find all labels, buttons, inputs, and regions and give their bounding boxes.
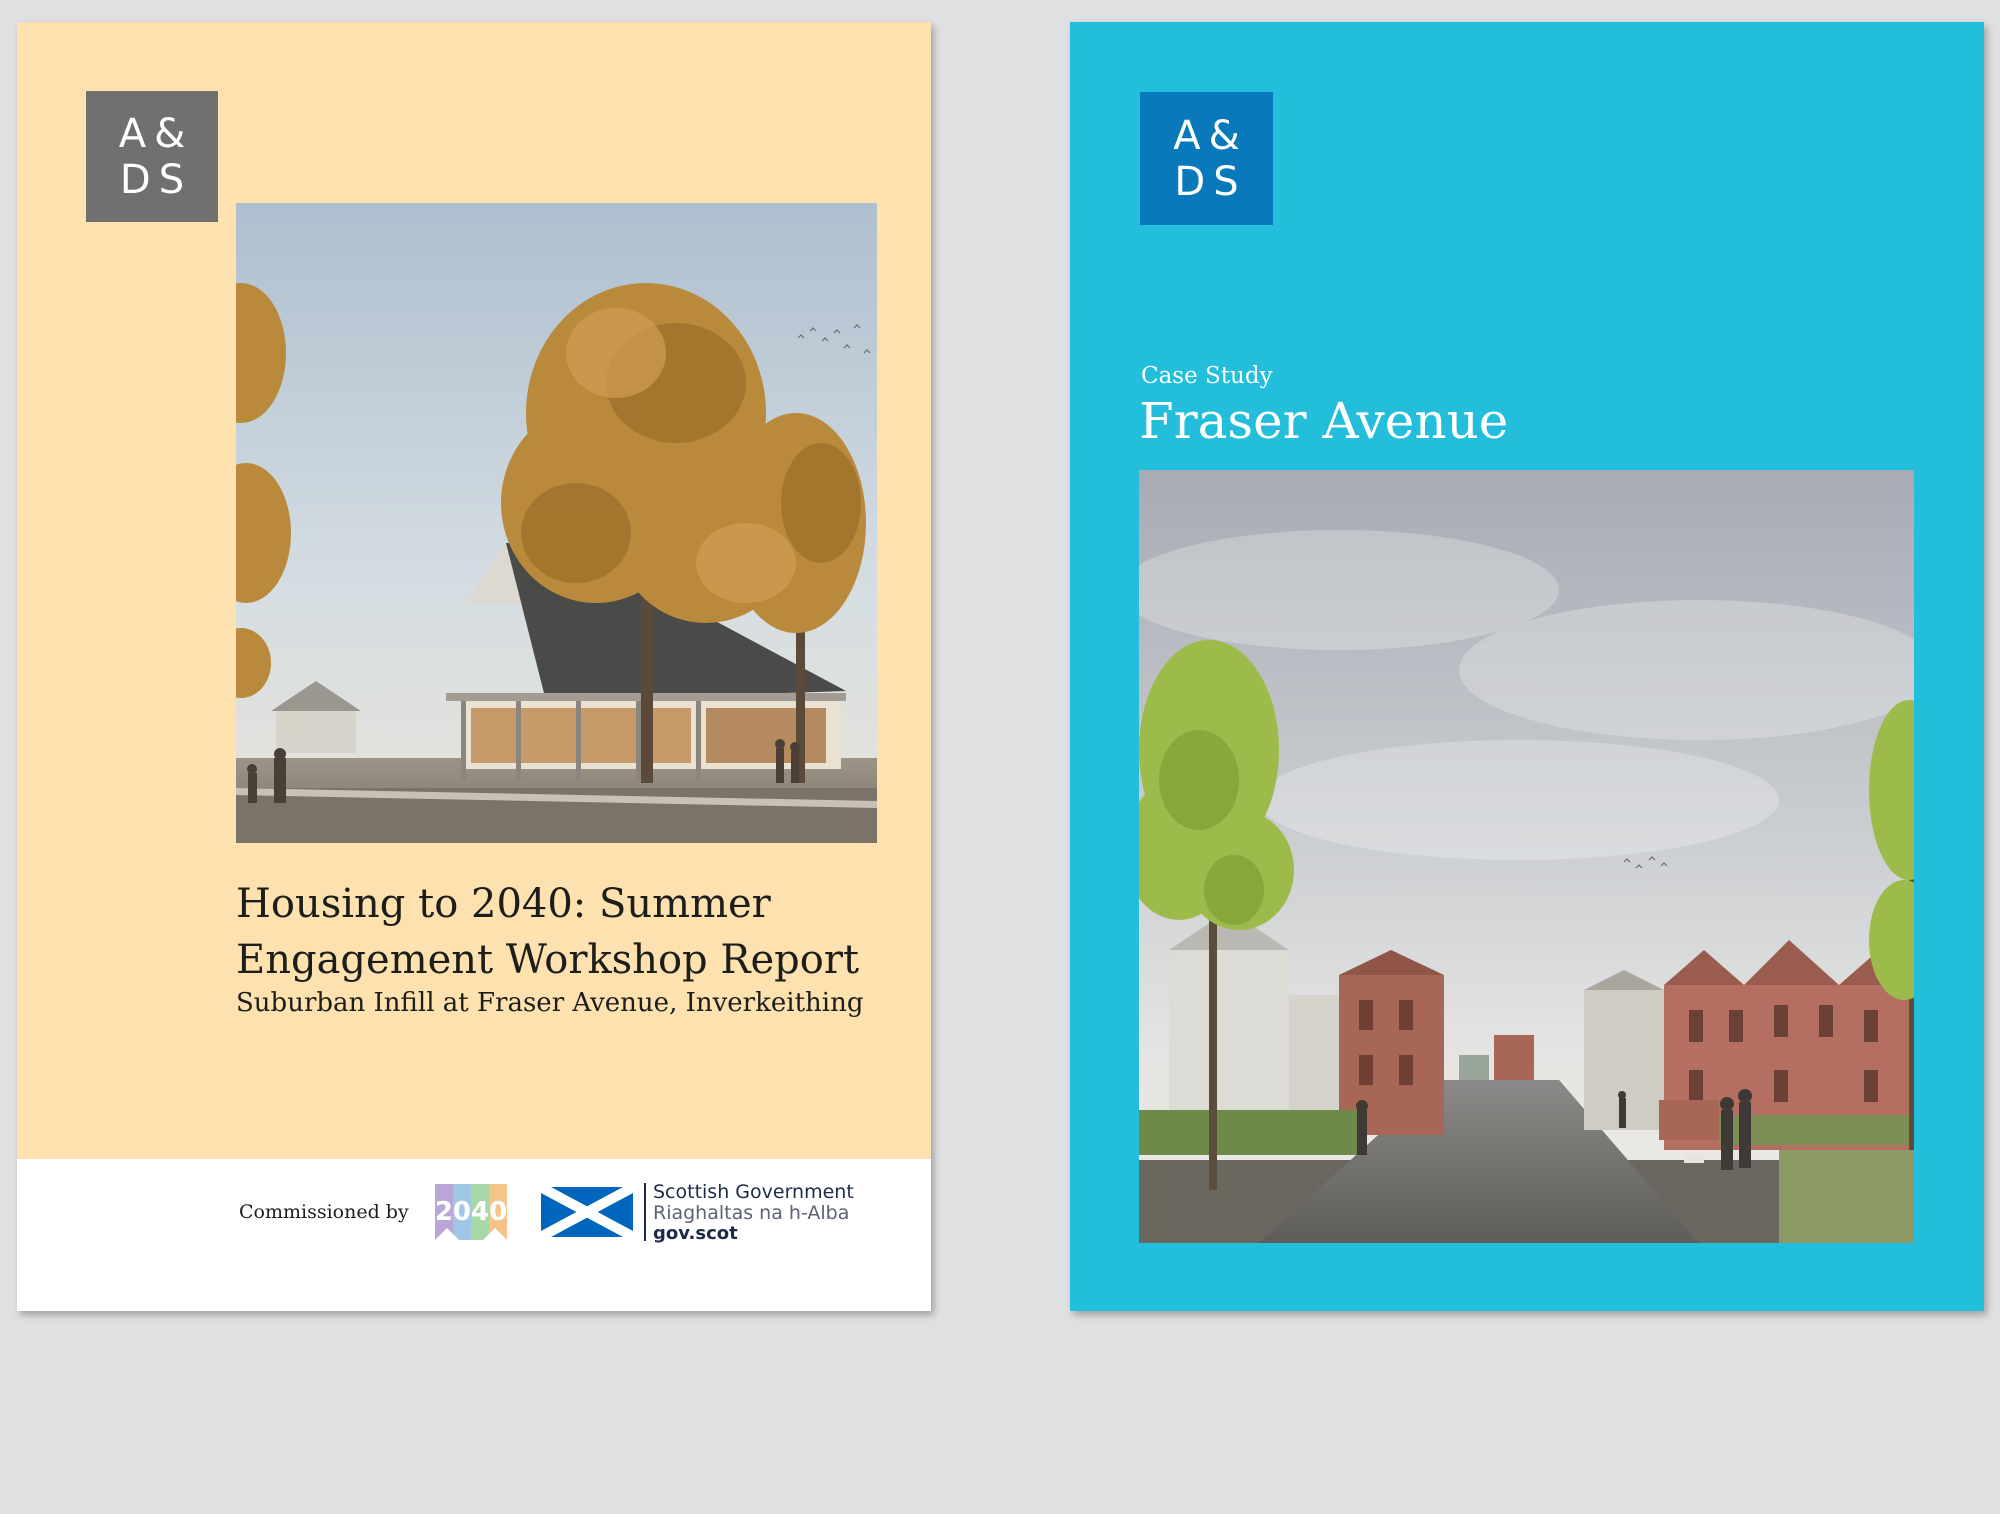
report-title: Housing to 2040: Summer Engagement Works… <box>236 881 860 983</box>
gov-scot-text: gov.scot <box>653 1223 738 1244</box>
report-cover-left: A& DS Housing to 2040: Summer Engagement… <box>17 22 931 1311</box>
logo-line-2: DS <box>119 156 193 203</box>
gaelic-government-text: Riaghaltas na h-Alba <box>653 1202 850 1224</box>
cover-footer: Commissioned by 2040 Scottish Government… <box>17 1159 931 1311</box>
logo-line-2: DS <box>1174 158 1247 205</box>
scottish-government-text: Scottish Government <box>653 1181 854 1203</box>
logo-2040-text: 2040 <box>435 1197 507 1227</box>
ads-logo: A& DS <box>1140 92 1273 225</box>
hero-image-community-building <box>236 203 877 843</box>
commissioned-by-label: Commissioned by <box>239 1201 409 1223</box>
report-subtitle: Suburban Infill at Fraser Avenue, Inverk… <box>236 988 864 1018</box>
case-study-label: Case Study <box>1141 363 1273 389</box>
ads-logo: A& DS <box>86 91 218 222</box>
housing-2040-logo: 2040 <box>435 1184 507 1240</box>
case-study-title: Fraser Avenue <box>1139 392 1509 450</box>
logo-divider <box>644 1183 646 1241</box>
scottish-government-logo: Scottish Government Riaghaltas na h-Alba… <box>541 1181 881 1245</box>
hero-image-residential-street <box>1139 470 1914 1243</box>
logo-line-1: A& <box>118 110 194 157</box>
logo-line-1: A& <box>1173 112 1248 159</box>
saltire-flag-icon <box>541 1187 633 1237</box>
case-study-cover-right: A& DS Case Study Fraser Avenue <box>1070 22 1984 1311</box>
